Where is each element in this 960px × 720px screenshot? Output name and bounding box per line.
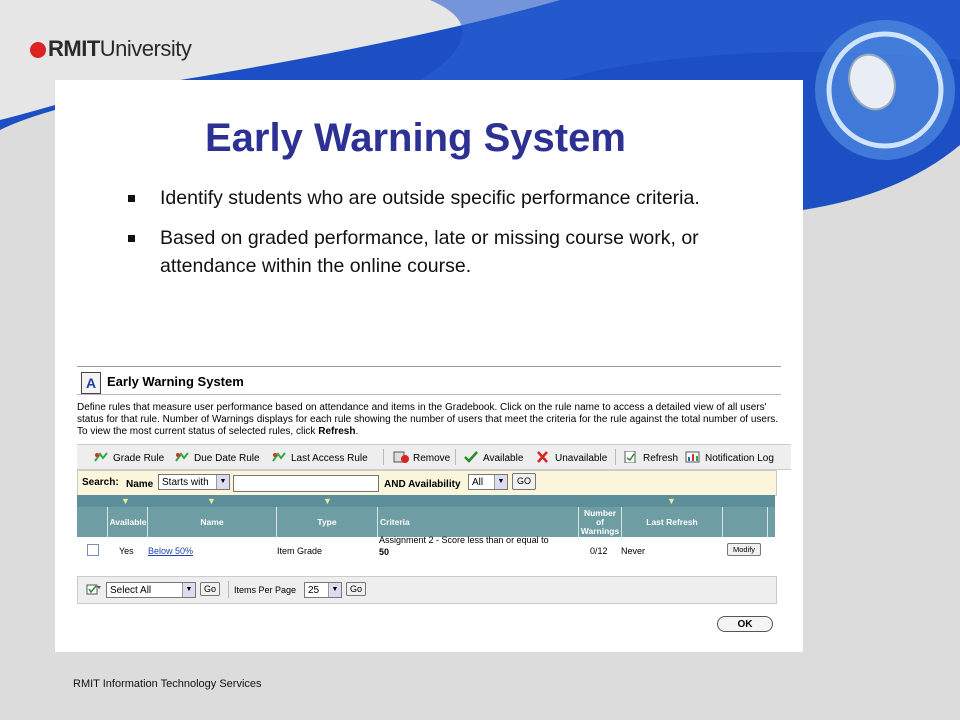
sort-arrow-icon[interactable]: ▼ [207,496,216,506]
early-warning-screenshot: A Early Warning System Define rules that… [77,366,791,638]
bullet-item: Based on graded performance, late or mis… [125,224,775,280]
last-access-rule-button[interactable]: Last Access Rule [271,451,368,464]
availability-label: AND Availability [384,479,461,490]
bullet-item: Identify students who are outside specif… [125,184,775,212]
chevron-down-icon: ▼ [328,583,341,597]
availability-select[interactable]: All ▼ [468,474,508,490]
table-header: Available Name Type Criteria Number of W… [77,507,775,537]
slide-content-card: Early Warning System Identify students w… [55,80,803,652]
sort-arrow-icon[interactable]: ▼ [121,496,130,506]
row-available: Yes [119,546,134,556]
notification-log-icon [685,451,701,463]
footer-text: RMIT Information Technology Services [73,678,262,690]
col-name[interactable]: Name [147,507,276,537]
early-warning-tool-icon: A [81,372,101,394]
col-criteria: Criteria [377,507,580,537]
modify-button[interactable]: Modify [727,543,761,556]
search-bar: Search: Name Starts with ▼ AND Availabil… [77,470,777,496]
select-all-dropdown[interactable]: Select All ▼ [106,582,196,598]
screen-title: Early Warning System [107,374,244,389]
notification-log-button[interactable]: Notification Log [685,451,774,464]
checkmark-icon [463,451,479,463]
row-warnings: 0/12 [590,546,608,556]
col-last-refresh[interactable]: Last Refresh [621,507,722,537]
due-date-rule-button[interactable]: Due Date Rule [174,451,260,464]
chevron-down-icon: ▼ [216,475,229,489]
slide-title: Early Warning System [205,116,626,160]
select-go-button[interactable]: Go [200,582,220,596]
sort-arrows-row: ▼ ▼ ▼ ▼ [77,495,775,507]
sort-arrow-icon[interactable]: ▼ [667,496,676,506]
match-select[interactable]: Starts with ▼ [158,474,230,490]
col-available[interactable]: Available [107,507,148,537]
logo-mark-icon [30,42,46,58]
x-mark-icon [535,451,551,463]
logo-bold-text: RMIT [48,36,100,61]
chevron-down-icon: ▼ [494,475,507,489]
unavailable-button[interactable]: Unavailable [535,451,607,464]
items-per-page-select[interactable]: 25 ▼ [304,582,342,598]
row-checkbox[interactable] [87,544,99,556]
search-label: Search: [82,477,119,488]
name-label: Name [126,479,154,490]
refresh-icon [623,450,639,464]
add-rule-icon [174,451,190,463]
remove-icon [393,451,409,463]
row-last-refresh: Never [621,546,646,556]
row-type: Item Grade [277,546,323,556]
action-toolbar: Grade Rule Due Date Rule Last Access Rul… [77,444,791,470]
refresh-button[interactable]: Refresh [623,450,678,464]
chevron-down-icon: ▼ [182,583,195,597]
table-row: Yes Below 50% Item Grade Assignment 2 - … [77,535,775,563]
grade-rule-button[interactable]: Grade Rule [93,451,164,464]
remove-button[interactable]: Remove [393,451,450,464]
select-all-icon [86,582,102,598]
add-rule-icon [271,451,287,463]
items-per-page-go-button[interactable]: Go [346,582,366,596]
ok-button[interactable]: OK [717,616,773,632]
search-input[interactable] [233,475,379,492]
items-per-page-label: Items Per Page [234,585,297,595]
sort-arrow-icon[interactable]: ▼ [323,496,332,506]
square-bullet-icon [128,235,135,242]
row-name-link[interactable]: Below 50% [148,546,193,556]
logo-text: University [99,36,192,61]
search-go-button[interactable]: GO [512,473,536,490]
col-number-of-warnings: Number of Warnings [578,507,621,537]
square-bullet-icon [128,195,135,202]
bullet-list: Identify students who are outside specif… [125,184,775,292]
add-rule-icon [93,451,109,463]
row-criteria: Assignment 2 - Score less than or equal … [379,535,549,557]
rmit-logo: RMITUniversity [30,36,192,62]
bottom-action-bar: Select All ▼ Go Items Per Page 25 ▼ Go [77,576,777,604]
screen-description: Define rules that measure user performan… [77,402,779,437]
col-type[interactable]: Type [276,507,377,537]
available-button[interactable]: Available [463,451,523,464]
